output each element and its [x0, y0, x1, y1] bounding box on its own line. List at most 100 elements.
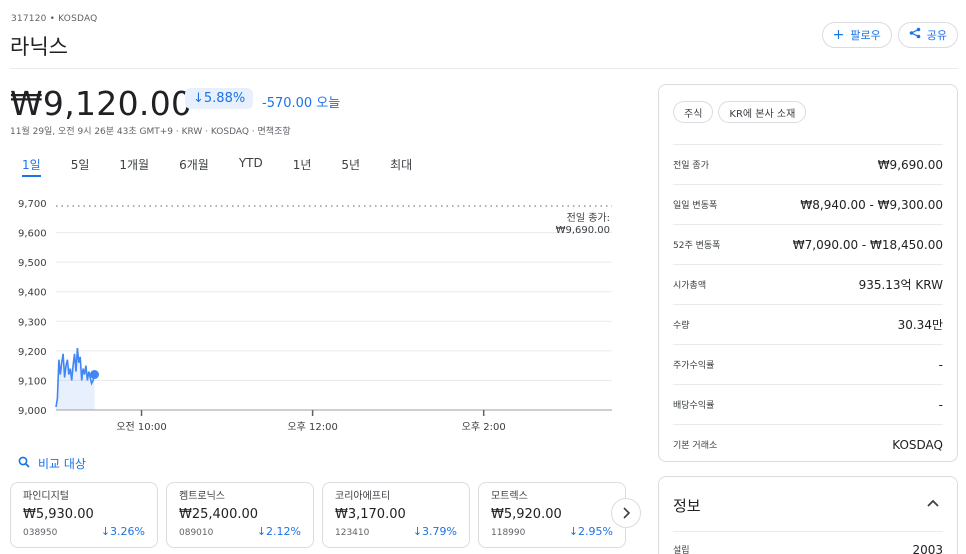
stat-row: 전일 종가 ₩9,690.00	[673, 144, 943, 184]
card-change: ↓3.26%	[100, 525, 145, 538]
stat-row: 기본 거래소 KOSDAQ	[673, 424, 943, 464]
y-tick-label: 9,500	[18, 258, 47, 269]
change-absolute: -570.00 오늘	[262, 96, 341, 111]
info-divider	[673, 531, 943, 532]
stat-value: 30.34만	[897, 318, 943, 332]
stat-row: 수량 30.34만	[673, 304, 943, 344]
stat-rows: 전일 종가 ₩9,690.00 일일 변동폭 ₩8,940.00 - ₩9,300.…	[673, 144, 943, 464]
header-actions: + 팔로우 공유	[821, 22, 958, 48]
y-tick-label: 9,400	[18, 288, 47, 299]
share-label: 공유	[926, 29, 947, 42]
compare-card[interactable]: 켐트로닉스 ₩25,400.00 089010 ↓2.12%	[166, 482, 314, 548]
tab-range-5y[interactable]: 5년	[341, 156, 360, 177]
stat-row: 52주 변동폭 ₩7,090.00 - ₩18,450.00	[673, 224, 943, 264]
stat-label: 주가수익률	[673, 361, 715, 371]
y-tick-label: 9,000	[18, 406, 47, 417]
header-divider	[10, 68, 958, 69]
stat-value: ₩8,940.00 - ₩9,300.00	[800, 197, 943, 212]
card-name: 코리아에프티	[335, 491, 391, 502]
stat-value: ₩7,090.00 - ₩18,450.00	[792, 237, 943, 252]
info-label: 설립	[673, 546, 690, 554]
card-name: 파인디지털	[23, 491, 69, 502]
compare-card[interactable]: 파인디지털 ₩5,930.00 038950 ↓3.26%	[10, 482, 158, 548]
chevron-right-icon	[621, 504, 631, 523]
y-tick-label: 9,600	[18, 229, 47, 240]
card-price: ₩5,920.00	[491, 507, 562, 522]
stat-value: 935.13억 KRW	[858, 278, 943, 292]
tab-range-5d[interactable]: 5일	[71, 156, 90, 177]
card-price: ₩5,930.00	[23, 507, 94, 522]
stat-label: 기본 거래소	[673, 441, 718, 451]
compare-card[interactable]: 모트렉스 ₩5,920.00 118990 ↓2.95%	[478, 482, 626, 548]
compare-label: 비교 대상	[38, 457, 86, 471]
stat-label: 52주 변동폭	[673, 241, 721, 251]
stat-label: 수량	[673, 321, 690, 331]
stats-panel: 주식 KR에 본사 소재 전일 종가 ₩9,690.00 일일 변동폭 ₩8,940…	[658, 84, 958, 462]
stat-row: 일일 변동폭 ₩8,940.00 - ₩9,300.00	[673, 184, 943, 224]
tab-range-ytd[interactable]: YTD	[239, 156, 263, 177]
share-icon	[909, 27, 921, 43]
compare-link[interactable]: 비교 대상	[18, 455, 86, 472]
prev-close-label: 전일 종가:	[567, 212, 610, 224]
stat-value: -	[938, 397, 943, 412]
card-price: ₩3,170.00	[335, 507, 406, 522]
info-value: 2003	[912, 543, 943, 554]
card-change: ↓2.12%	[256, 525, 301, 538]
tab-range-1y[interactable]: 1년	[293, 156, 312, 177]
compare-cards: 파인디지털 ₩5,930.00 038950 ↓3.26% 켐트로닉스 ₩25,4…	[10, 482, 626, 548]
next-cards-button[interactable]	[611, 498, 641, 528]
prev-close-value: ₩9,690.00	[556, 225, 610, 236]
x-tick-label: 오후 2:00	[462, 421, 506, 433]
company-name: 라닉스	[10, 35, 68, 59]
search-icon	[18, 456, 30, 471]
tab-range-6m[interactable]: 6개월	[179, 156, 209, 177]
card-price: ₩25,400.00	[179, 507, 259, 522]
tab-range-1d[interactable]: 1일	[22, 156, 41, 177]
current-price-dot	[89, 370, 99, 380]
compare-card[interactable]: 코리아에프티 ₩3,170.00 123410 ↓3.79%	[322, 482, 470, 548]
x-tick-label: 오후 12:00	[287, 421, 337, 433]
card-change: ↓3.79%	[412, 525, 457, 538]
stat-label: 배당수익률	[673, 401, 715, 411]
chevron-up-icon[interactable]	[927, 495, 939, 511]
card-code: 038950	[23, 528, 58, 538]
stat-row: 시가총액 935.13억 KRW	[673, 264, 943, 304]
y-tick-label: 9,200	[18, 347, 47, 358]
share-button[interactable]: 공유	[897, 22, 958, 48]
info-row: 설립 2003	[673, 543, 943, 554]
card-name: 켐트로닉스	[179, 491, 225, 502]
stat-label: 전일 종가	[673, 161, 709, 171]
current-price: ₩9,120.00	[10, 84, 193, 123]
info-panel[interactable]: 정보 설립 2003	[658, 476, 958, 554]
range-tabs: 1일 5일 1개월 6개월 YTD 1년 5년 최대	[22, 156, 442, 177]
stat-row: 배당수익률 -	[673, 384, 943, 424]
tab-range-1m[interactable]: 1개월	[119, 156, 149, 177]
stat-label: 시가총액	[673, 281, 707, 291]
follow-button[interactable]: + 팔로우	[821, 22, 892, 48]
card-code: 123410	[335, 528, 370, 538]
stat-value: ₩9,690.00	[877, 157, 943, 172]
tag-chip[interactable]: 주식	[673, 101, 714, 123]
stat-value: -	[938, 357, 943, 372]
plus-icon: +	[832, 27, 845, 43]
stock-tags: 주식 KR에 본사 소재	[673, 101, 807, 123]
stat-row: 주가수익률 -	[673, 344, 943, 384]
price-chart[interactable]: 9,700 9,600 9,500 9,400 9,300 9,200 9,100 9,000…	[0, 190, 640, 440]
y-tick-label: 9,300	[18, 317, 47, 328]
x-tick-label: 오전 10:00	[116, 421, 166, 433]
card-code: 089010	[179, 528, 214, 538]
y-tick-label: 9,700	[18, 199, 47, 210]
ticker-line: 317120 • KOSDAQ	[11, 14, 98, 24]
card-code: 118990	[491, 528, 526, 538]
card-name: 모트렉스	[491, 491, 528, 502]
quote-timestamp: 11월 29일, 오전 9시 26분 43초 GMT+9 · KRW · KOS…	[10, 127, 291, 137]
change-percent-badge: ↓5.88%	[185, 88, 254, 109]
stat-label: 일일 변동폭	[673, 201, 718, 211]
tab-range-max[interactable]: 최대	[390, 156, 412, 177]
tag-chip[interactable]: KR에 본사 소재	[718, 101, 807, 123]
card-change: ↓2.95%	[568, 525, 613, 538]
stat-value: KOSDAQ	[892, 437, 943, 452]
y-tick-label: 9,100	[18, 376, 47, 387]
info-title: 정보	[673, 497, 701, 515]
follow-label: 팔로우	[850, 29, 881, 42]
